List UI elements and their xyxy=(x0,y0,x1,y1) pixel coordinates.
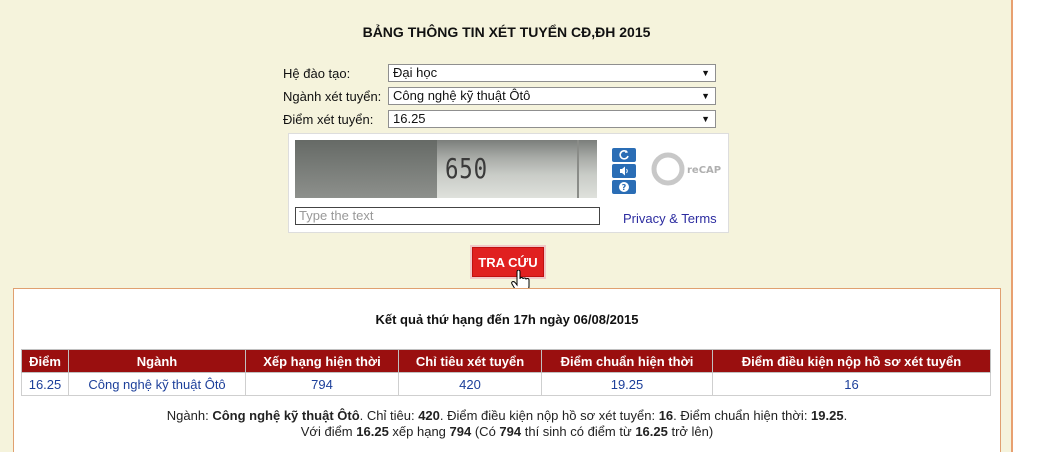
diem-value: 16.25 xyxy=(393,111,426,126)
cell-diem: 16.25 xyxy=(21,372,69,396)
he-dao-tao-select[interactable]: Đại học ▼ xyxy=(388,64,716,82)
summary-text: . Điểm chuẩn hiện thời: xyxy=(673,408,812,423)
captcha-image-frame xyxy=(295,140,437,198)
summary-text: Ngành: xyxy=(166,408,213,423)
nganh-select[interactable]: Công nghệ kỹ thuật Ôtô ▼ xyxy=(388,87,716,105)
tra-cuu-button[interactable]: TRA CỨU xyxy=(472,247,544,277)
results-table: Điểm Ngành Xếp hạng hiện thời Chỉ tiêu x… xyxy=(21,349,991,396)
cell-diem-dieu-kien: 16 xyxy=(712,372,991,396)
col-chi-tieu: Chỉ tiêu xét tuyển xyxy=(398,349,542,373)
table-row: 16.25 Công nghệ kỹ thuật Ôtô 794 420 19.… xyxy=(21,372,991,396)
col-diem-dieu-kien: Điểm điều kiện nộp hồ sơ xét tuyển xyxy=(712,349,991,373)
results-title: Kết quả thứ hạng đến 17h ngày 06/08/2015 xyxy=(375,312,639,327)
col-xep-hang: Xếp hạng hiện thời xyxy=(245,349,399,373)
summary-text: thí sinh có điểm từ xyxy=(521,424,636,439)
cell-diem-chuan: 19.25 xyxy=(541,372,713,396)
summary-text: (Có xyxy=(471,424,500,439)
help-icon[interactable]: ? xyxy=(612,180,636,194)
summary-diem-2: 16.25 xyxy=(635,424,668,439)
nganh-value: Công nghệ kỹ thuật Ôtô xyxy=(393,88,531,103)
summary-line-2: Với điểm 16.25 xếp hạng 794 (Có 794 thí … xyxy=(14,424,1000,440)
chevron-down-icon: ▼ xyxy=(701,114,710,124)
captcha-widget: 650 ? reCAPTCHA Type the text Privacy & … xyxy=(288,133,729,233)
chevron-down-icon: ▼ xyxy=(701,68,710,78)
diem-select[interactable]: 16.25 ▼ xyxy=(388,110,716,128)
col-nganh: Ngành xyxy=(68,349,246,373)
summary-text: xếp hạng xyxy=(388,424,450,439)
search-panel: BẢNG THÔNG TIN XÉT TUYỂN CĐ,ĐH 2015 Hệ đ… xyxy=(0,0,1013,452)
summary-line-1: Ngành: Công nghệ kỹ thuật Ôtô. Chỉ tiêu:… xyxy=(14,408,1000,424)
summary-nganh: Công nghệ kỹ thuật Ôtô xyxy=(212,408,360,423)
col-diem: Điểm xyxy=(21,349,69,373)
summary-diem-chuan: 19.25 xyxy=(811,408,844,423)
refresh-icon[interactable] xyxy=(612,148,636,162)
summary-xep-hang: 794 xyxy=(449,424,472,439)
summary-text: . xyxy=(843,408,848,423)
summary-count: 794 xyxy=(499,424,522,439)
he-dao-tao-value: Đại học xyxy=(393,65,438,80)
cell-chi-tieu: 420 xyxy=(398,372,542,396)
captcha-code: 650 xyxy=(445,152,488,185)
he-dao-tao-label: Hệ đào tạo: xyxy=(283,66,351,81)
recaptcha-logo-icon: reCAPTCHA xyxy=(651,152,721,186)
results-panel: Kết quả thứ hạng đến 17h ngày 06/08/2015… xyxy=(13,288,1001,452)
nganh-label: Ngành xét tuyển: xyxy=(283,89,382,104)
table-header-row: Điểm Ngành Xếp hạng hiện thời Chỉ tiêu x… xyxy=(21,349,991,373)
privacy-terms-link[interactable]: Privacy & Terms xyxy=(623,211,717,226)
summary-text: Với điểm xyxy=(300,424,357,439)
svg-text:?: ? xyxy=(622,183,627,192)
diem-label: Điểm xét tuyển: xyxy=(283,112,374,127)
results-summary: Ngành: Công nghệ kỹ thuật Ôtô. Chỉ tiêu:… xyxy=(14,408,1000,440)
captcha-image-edge xyxy=(577,140,579,198)
summary-text: . Chỉ tiêu: xyxy=(359,408,419,423)
col-diem-chuan: Điểm chuẩn hiện thời xyxy=(541,349,713,373)
summary-text: . Điểm điều kiện nộp hồ sơ xét tuyển: xyxy=(439,408,659,423)
summary-dieu-kien: 16 xyxy=(658,408,674,423)
chevron-down-icon: ▼ xyxy=(701,91,710,101)
cell-xep-hang: 794 xyxy=(245,372,399,396)
captcha-image: 650 xyxy=(295,140,597,198)
audio-icon[interactable] xyxy=(612,164,636,178)
summary-text: trở lên) xyxy=(667,424,714,439)
svg-text:reCAPTCHA: reCAPTCHA xyxy=(687,165,721,176)
captcha-input[interactable]: Type the text xyxy=(295,207,600,225)
page-title: BẢNG THÔNG TIN XÉT TUYỂN CĐ,ĐH 2015 xyxy=(362,24,651,40)
cell-nganh: Công nghệ kỹ thuật Ôtô xyxy=(68,372,246,396)
summary-chi-tieu: 420 xyxy=(418,408,440,423)
summary-diem: 16.25 xyxy=(356,424,389,439)
